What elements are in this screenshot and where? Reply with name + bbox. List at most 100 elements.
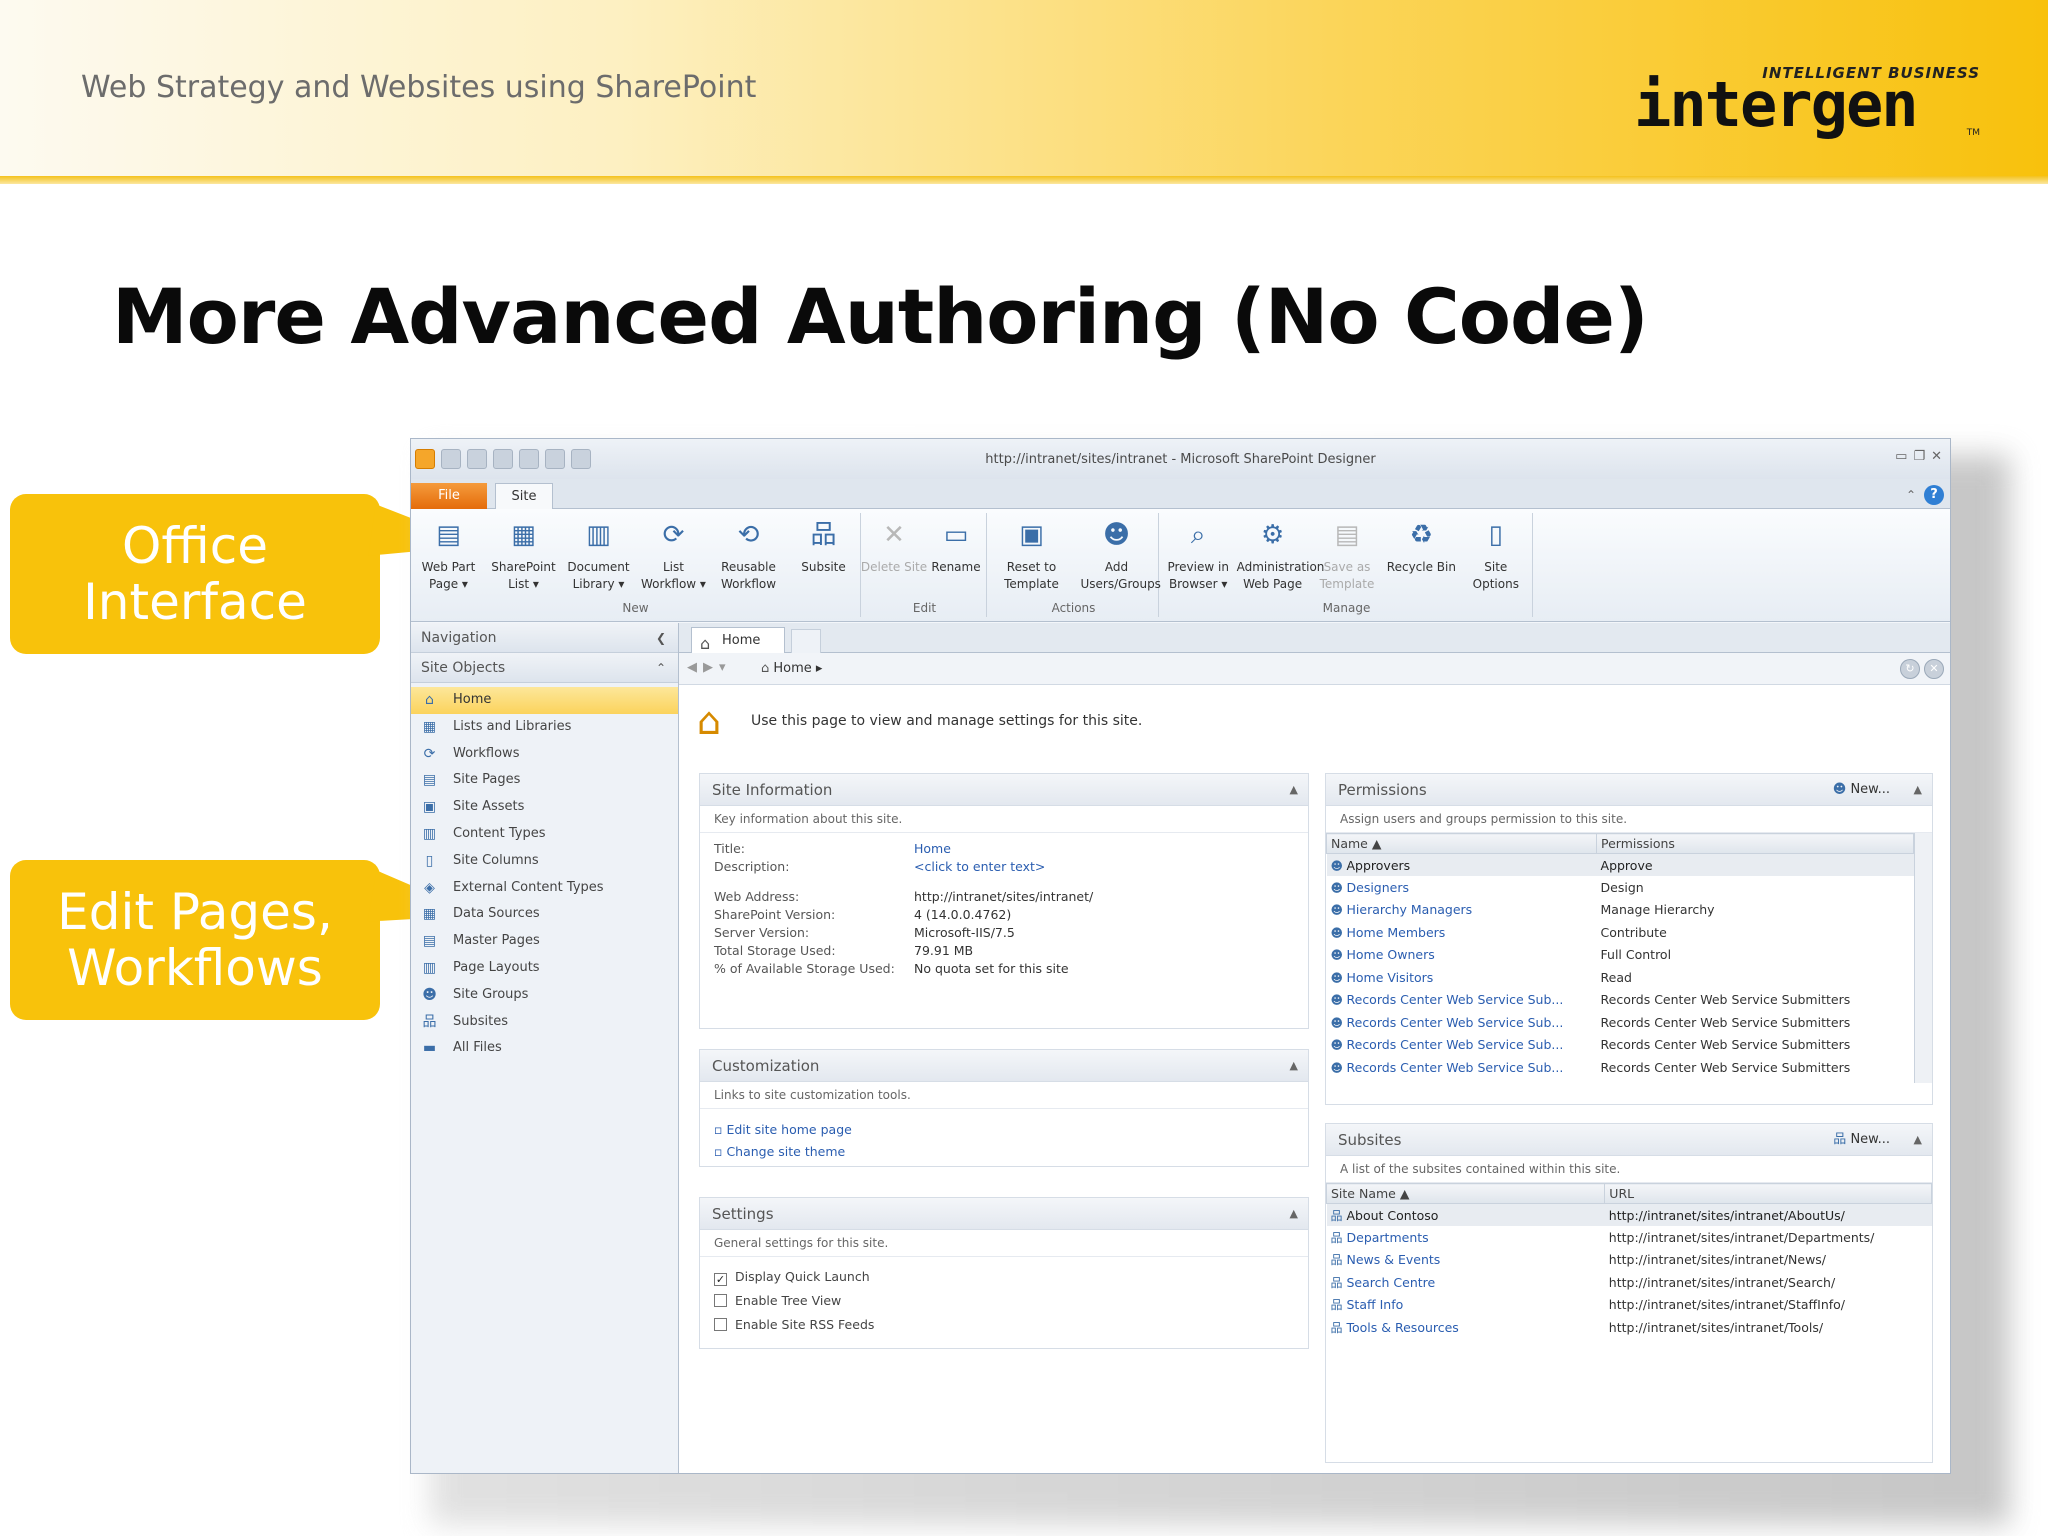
table-row[interactable]: ☻ Home Visitors Read: [1327, 966, 1914, 989]
help-icon[interactable]: ?: [1924, 485, 1944, 505]
collapse-ribbon-icon[interactable]: ⌃: [1906, 485, 1916, 505]
collapse-icon[interactable]: ▲: [1914, 1124, 1922, 1156]
ribbon-button-save-template[interactable]: ▤ Save as Template: [1311, 513, 1383, 593]
ribbon-button-reset-template[interactable]: ▣ Reset to Template: [996, 513, 1068, 593]
row-name-cell[interactable]: ☻ Home Members: [1327, 921, 1597, 944]
collapse-icon[interactable]: ▲: [1290, 1198, 1298, 1230]
nav-item-master-pages[interactable]: ▤ Master Pages: [411, 928, 678, 955]
row-name-cell[interactable]: 品 News & Events: [1327, 1249, 1605, 1272]
vertical-scrollbar[interactable]: [1914, 833, 1932, 1083]
table-row[interactable]: ☻ Records Center Web Service Sub... Record…: [1327, 989, 1914, 1012]
table-row[interactable]: ☻ Records Center Web Service Sub... Record…: [1327, 1011, 1914, 1034]
ribbon-button-recycle-bin[interactable]: ♻ Recycle Bin: [1385, 513, 1457, 576]
table-row[interactable]: 品 About Contoso http://intranet/sites/intr…: [1326, 1203, 1932, 1226]
panel-header[interactable]: Subsites 品 New... ▲: [1326, 1124, 1932, 1156]
collapse-icon[interactable]: ▲: [1290, 774, 1298, 806]
nav-item-site-pages[interactable]: ▤ Site Pages: [411, 767, 678, 794]
customization-link[interactable]: Change site theme: [714, 1141, 1294, 1163]
chevron-up-icon[interactable]: ⌃: [656, 653, 666, 683]
checkbox[interactable]: [714, 1294, 727, 1307]
row-name-cell[interactable]: ☻ Records Center Web Service Sub...: [1327, 1011, 1597, 1034]
minimize-icon[interactable]: ▭: [1895, 449, 1907, 464]
refresh-icon[interactable]: ↻: [1900, 659, 1920, 679]
settings-option[interactable]: ✓ Display Quick Launch: [700, 1265, 1308, 1289]
ribbon-button-list-workflow[interactable]: ⟳ List Workflow ▾: [638, 513, 710, 593]
table-row[interactable]: 品 News & Events http://intranet/sites/intr…: [1327, 1249, 1932, 1272]
history-dropdown-icon[interactable]: ▾: [719, 660, 726, 675]
nav-item-all-files[interactable]: ▬ All Files: [411, 1035, 678, 1062]
table-row[interactable]: 品 Staff Info http://intranet/sites/intrane…: [1327, 1294, 1932, 1317]
doc-tab-home[interactable]: ⌂ Home: [691, 627, 785, 654]
ribbon-button-preview-browser[interactable]: ⌕ Preview in Browser ▾: [1162, 513, 1234, 593]
settings-option[interactable]: Enable Site RSS Feeds: [700, 1313, 1308, 1337]
site-objects-header[interactable]: Site Objects ⌃: [411, 653, 678, 683]
maximize-icon[interactable]: ❐: [1913, 449, 1925, 464]
collapse-icon[interactable]: ▲: [1914, 774, 1922, 806]
nav-item-page-layouts[interactable]: ▥ Page Layouts: [411, 955, 678, 982]
row-name-cell[interactable]: 品 Staff Info: [1327, 1294, 1605, 1317]
column-header[interactable]: Permissions: [1596, 833, 1914, 854]
ribbon-button-administration[interactable]: ⚙ Administration Web Page: [1237, 513, 1325, 593]
table-row[interactable]: 品 Departments http://intranet/sites/intran…: [1327, 1226, 1932, 1249]
row-name-cell[interactable]: 品 Search Centre: [1327, 1271, 1605, 1294]
nav-item-home[interactable]: ⌂ Home: [411, 687, 678, 714]
tab-file[interactable]: File: [411, 483, 487, 509]
column-header[interactable]: Name ▲: [1326, 833, 1598, 854]
settings-option[interactable]: Enable Tree View: [700, 1289, 1308, 1313]
checkbox[interactable]: [714, 1318, 727, 1331]
new-subsite-button[interactable]: 品 New...: [1833, 1124, 1890, 1156]
nav-item-external-content-types[interactable]: ◈ External Content Types: [411, 875, 678, 902]
tab-site[interactable]: Site: [495, 483, 553, 510]
nav-item-workflows[interactable]: ⟳ Workflows: [411, 741, 678, 768]
stop-icon[interactable]: ✕: [1924, 659, 1944, 679]
table-row[interactable]: ☻ Records Center Web Service Sub... Record…: [1327, 1056, 1914, 1079]
panel-header[interactable]: Site Information ▲: [700, 774, 1308, 806]
table-row[interactable]: ☻ Home Members Contribute: [1327, 921, 1914, 944]
ribbon-button-web-part-page[interactable]: ▤ Web Part Page ▾: [413, 513, 485, 593]
ribbon-button-reusable-workflow[interactable]: ⟲ Reusable Workflow: [713, 513, 785, 593]
ribbon-button-site-options[interactable]: ▯ Site Options: [1460, 513, 1532, 593]
forward-icon[interactable]: ▶: [703, 660, 713, 675]
table-row[interactable]: 品 Search Centre http://intranet/sites/intr…: [1327, 1271, 1932, 1294]
ribbon-button-subsite[interactable]: 品 Subsite: [788, 513, 860, 576]
nav-item-content-types[interactable]: ▥ Content Types: [411, 821, 678, 848]
breadcrumb[interactable]: ⌂ Home ▸: [761, 661, 822, 676]
close-icon[interactable]: ✕: [1931, 449, 1942, 464]
panel-header[interactable]: Settings ▲: [700, 1198, 1308, 1230]
row-name-cell[interactable]: ☻ Home Visitors: [1327, 966, 1597, 989]
ribbon-button-rename[interactable]: ▭ Rename: [920, 513, 992, 576]
nav-item-site-assets[interactable]: ▣ Site Assets: [411, 794, 678, 821]
row-name-cell[interactable]: ☻ Records Center Web Service Sub...: [1327, 1056, 1597, 1079]
row-name-cell[interactable]: ☻ Records Center Web Service Sub...: [1327, 1034, 1597, 1057]
panel-header[interactable]: Permissions ☻ New... ▲: [1326, 774, 1932, 806]
collapse-icon[interactable]: ▲: [1290, 1050, 1298, 1082]
checkbox-checked[interactable]: ✓: [714, 1273, 727, 1286]
panel-header[interactable]: Customization ▲: [700, 1050, 1308, 1082]
ribbon-button-add-users[interactable]: ☻ Add Users/Groups: [1081, 513, 1161, 593]
nav-item-subsites[interactable]: 品 Subsites: [411, 1009, 678, 1036]
row-name-cell[interactable]: ☻ Approvers: [1326, 853, 1597, 876]
site-info-value[interactable]: <click to enter text>: [914, 859, 1045, 874]
nav-item-site-columns[interactable]: ▯ Site Columns: [411, 848, 678, 875]
row-name-cell[interactable]: ☻ Hierarchy Managers: [1327, 899, 1597, 922]
row-name-cell[interactable]: ☻ Designers: [1327, 876, 1597, 899]
new-permission-button[interactable]: ☻ New...: [1833, 774, 1890, 806]
row-name-cell[interactable]: ☻ Records Center Web Service Sub...: [1327, 989, 1597, 1012]
table-row[interactable]: ☻ Designers Design: [1327, 876, 1914, 899]
table-row[interactable]: ☻ Hierarchy Managers Manage Hierarchy: [1327, 899, 1914, 922]
back-icon[interactable]: ◀: [687, 660, 697, 675]
nav-item-lists-and-libraries[interactable]: ▦ Lists and Libraries: [411, 714, 678, 741]
nav-item-site-groups[interactable]: ☻ Site Groups: [411, 982, 678, 1009]
row-name-cell[interactable]: 品 Tools & Resources: [1327, 1316, 1605, 1339]
new-tab-icon[interactable]: [791, 629, 821, 653]
row-name-cell[interactable]: 品 About Contoso: [1326, 1203, 1605, 1226]
customization-link[interactable]: Edit site home page: [714, 1119, 1294, 1141]
collapse-pane-icon[interactable]: ❮: [656, 623, 666, 653]
column-header[interactable]: URL: [1604, 1183, 1932, 1204]
column-header[interactable]: Site Name ▲: [1325, 1183, 1606, 1204]
ribbon-button-document-library[interactable]: ▥ Document Library ▾: [563, 513, 635, 593]
ribbon-button-list[interactable]: ▦ SharePoint List ▾: [488, 513, 560, 593]
table-row[interactable]: 品 Tools & Resources http://intranet/sites/…: [1327, 1316, 1932, 1339]
site-info-value[interactable]: Home: [914, 841, 951, 856]
row-name-cell[interactable]: 品 Departments: [1327, 1226, 1605, 1249]
